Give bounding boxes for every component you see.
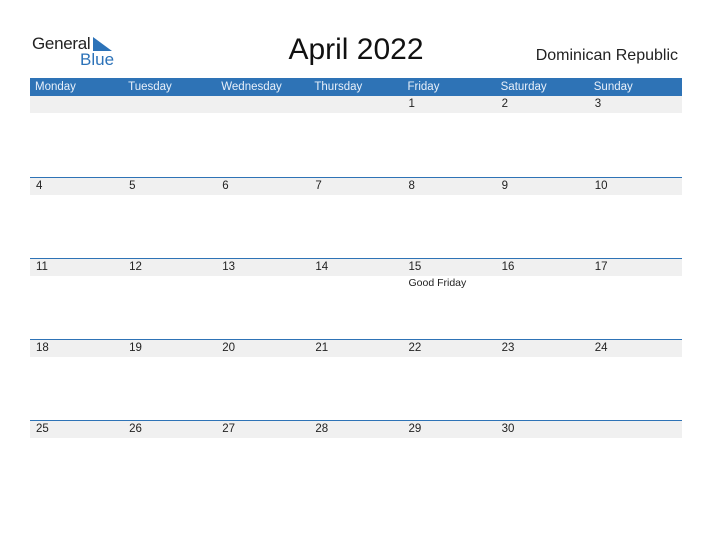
day-cell bbox=[309, 96, 402, 113]
day-cell: 9 bbox=[496, 178, 589, 195]
day-cell: 18 bbox=[30, 340, 123, 357]
day-cell: 3 bbox=[589, 96, 682, 113]
day-cell: 1 bbox=[403, 96, 496, 113]
holiday-label: Good Friday bbox=[408, 277, 467, 289]
day-number: 18 bbox=[36, 342, 49, 354]
weekday-label: Thursday bbox=[314, 81, 363, 93]
day-number: 27 bbox=[222, 423, 236, 435]
day-cell: 24 bbox=[589, 340, 682, 357]
day-cell: 14 bbox=[309, 259, 402, 276]
day-cell bbox=[30, 96, 123, 113]
day-number: 10 bbox=[594, 180, 608, 192]
calendar-week: 4 5 6 7 8 9 10 bbox=[30, 177, 682, 258]
day-number: 1 bbox=[408, 98, 415, 110]
day-number: 16 bbox=[501, 261, 515, 273]
day-number: 22 bbox=[408, 342, 422, 354]
week-date-band: 4 5 6 7 8 9 10 bbox=[30, 178, 682, 195]
day-cell: 6 bbox=[216, 178, 309, 195]
calendar-week: 11 12 13 14 15 Good Friday 16 17 bbox=[30, 258, 682, 339]
day-number: 21 bbox=[315, 342, 329, 354]
day-cell: 15 Good Friday bbox=[403, 259, 496, 289]
day-number: 5 bbox=[129, 180, 136, 192]
day-cell: 23 bbox=[496, 340, 589, 357]
day-number: 8 bbox=[408, 180, 415, 192]
day-number: 13 bbox=[222, 261, 236, 273]
weekday-label: Saturday bbox=[500, 81, 547, 93]
day-cell: 25 bbox=[30, 421, 123, 438]
weekday-label: Monday bbox=[35, 81, 76, 93]
day-cell: 10 bbox=[589, 178, 682, 195]
week-date-band: 1 2 3 bbox=[30, 96, 682, 113]
day-cell: 22 bbox=[403, 340, 496, 357]
day-cell: 30 bbox=[496, 421, 589, 438]
calendar-week: 1 2 3 bbox=[30, 96, 682, 177]
day-number: 4 bbox=[36, 180, 43, 192]
day-number: 12 bbox=[129, 261, 142, 273]
day-number: 3 bbox=[594, 98, 602, 110]
day-number: 23 bbox=[501, 342, 515, 354]
day-number: 17 bbox=[594, 261, 608, 273]
calendar-week: 25 26 27 28 29 30 bbox=[30, 420, 682, 501]
day-number: 11 bbox=[36, 261, 48, 273]
day-number: 29 bbox=[408, 423, 422, 435]
day-cell: 26 bbox=[123, 421, 216, 438]
week-date-band: 25 26 27 28 29 30 bbox=[30, 421, 682, 438]
day-cell: 2 bbox=[496, 96, 589, 113]
weekday-header: Monday Tuesday Wednesday Thursday Friday… bbox=[30, 78, 682, 96]
day-number: 20 bbox=[222, 342, 236, 354]
day-number: 15 bbox=[408, 261, 422, 273]
day-cell bbox=[123, 96, 216, 113]
day-cell: 28 bbox=[309, 421, 402, 438]
day-cell: 16 bbox=[496, 259, 589, 276]
day-number: 28 bbox=[315, 423, 329, 435]
day-number: 30 bbox=[501, 423, 515, 435]
day-cell: 8 bbox=[403, 178, 496, 195]
day-cell: 7 bbox=[309, 178, 402, 195]
day-number: 19 bbox=[129, 342, 142, 354]
day-cell: 5 bbox=[123, 178, 216, 195]
week-date-band: 11 12 13 14 15 Good Friday 16 17 bbox=[30, 259, 682, 289]
day-cell: 21 bbox=[309, 340, 402, 357]
day-number: 7 bbox=[315, 180, 322, 192]
day-cell: 17 bbox=[589, 259, 682, 276]
day-cell bbox=[216, 96, 309, 113]
day-number: 26 bbox=[129, 423, 142, 435]
weekday-label: Tuesday bbox=[128, 81, 172, 93]
day-cell: 20 bbox=[216, 340, 309, 357]
day-cell bbox=[589, 421, 682, 438]
day-cell: 12 bbox=[123, 259, 216, 276]
day-number: 14 bbox=[315, 261, 329, 273]
day-cell: 13 bbox=[216, 259, 309, 276]
day-number: 25 bbox=[36, 423, 49, 435]
calendar-grid: Monday Tuesday Wednesday Thursday Friday… bbox=[30, 78, 682, 501]
weekday-label: Wednesday bbox=[221, 81, 282, 93]
day-cell: 27 bbox=[216, 421, 309, 438]
day-cell: 19 bbox=[123, 340, 216, 357]
weekday-label: Sunday bbox=[593, 81, 633, 93]
weekday-label: Friday bbox=[407, 81, 440, 93]
week-date-band: 18 19 20 21 22 23 24 bbox=[30, 340, 682, 357]
day-cell: 4 bbox=[30, 178, 123, 195]
day-number: 9 bbox=[501, 180, 509, 192]
day-number: 2 bbox=[501, 98, 509, 110]
day-number: 6 bbox=[222, 180, 229, 192]
calendar-week: 18 19 20 21 22 23 24 bbox=[30, 339, 682, 420]
day-number: 24 bbox=[594, 342, 608, 354]
country-name: Dominican Republic bbox=[535, 47, 678, 64]
day-cell: 11 bbox=[30, 259, 123, 276]
day-cell: 29 bbox=[403, 421, 496, 438]
